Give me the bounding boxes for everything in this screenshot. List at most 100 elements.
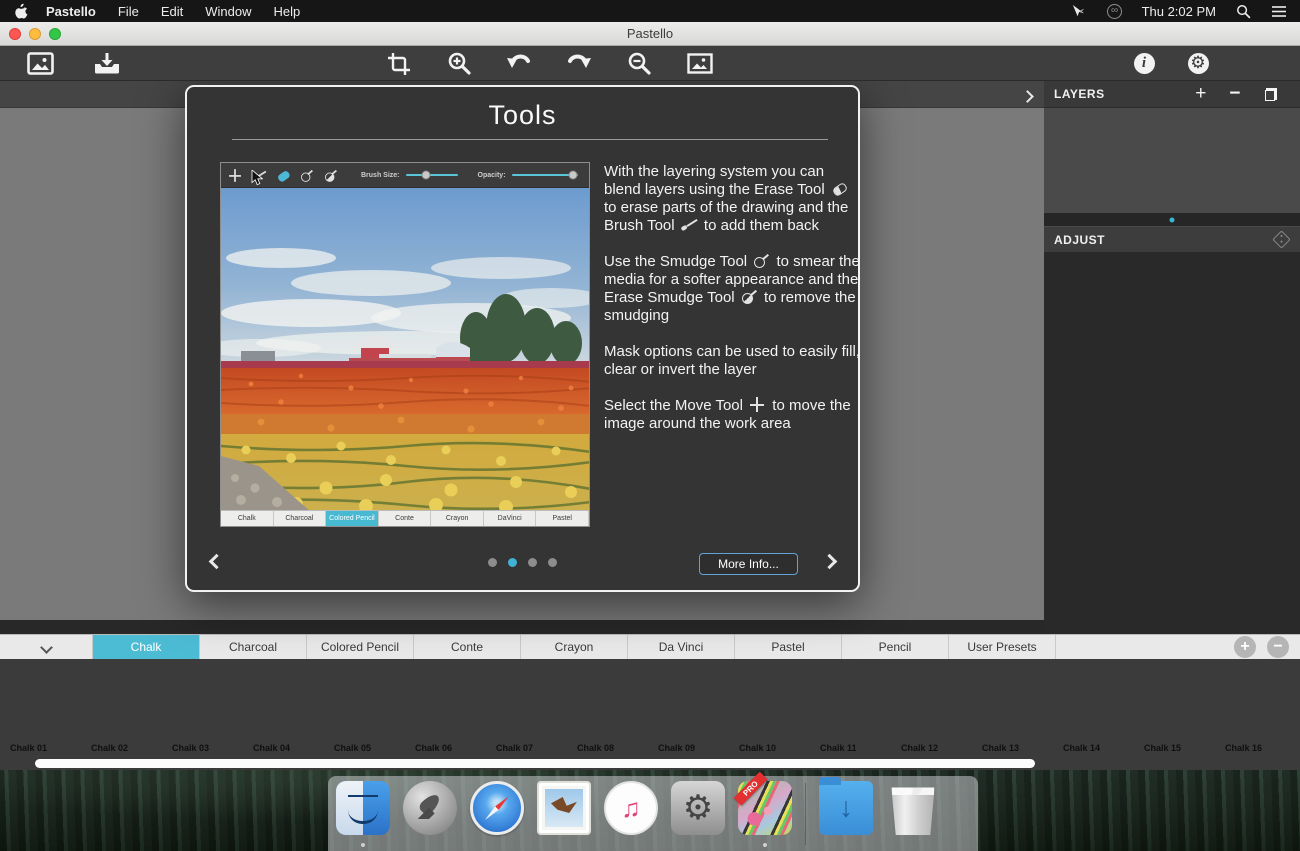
thumbnail-label: Chalk 15 (1144, 743, 1181, 753)
smudge-tool-icon (300, 169, 314, 182)
chalk-14-thumbnail[interactable]: Chalk 14 (1063, 664, 1129, 756)
pastello-dock-icon[interactable]: PRO (738, 781, 792, 835)
dock: PRO (328, 776, 978, 851)
conte-screenshot-tab: Conte (379, 511, 432, 526)
davinci-screenshot-tab: DaVinci (484, 511, 537, 526)
instruction-paragraph: Select the Move Tool to move the image a… (604, 397, 862, 433)
settings-button[interactable]: ⚙ (1181, 50, 1215, 77)
page-dot[interactable] (528, 558, 537, 567)
page-dot[interactable] (548, 558, 557, 567)
add-preset-button[interactable]: + (1234, 636, 1256, 658)
pointer-utility-icon[interactable] (1070, 2, 1088, 20)
info-button[interactable]: i (1127, 50, 1161, 77)
redo-button[interactable] (562, 50, 596, 77)
thumbnail-label: Chalk 04 (253, 743, 290, 753)
collapse-presets-chevron[interactable] (0, 635, 93, 659)
chalk-16-thumbnail[interactable]: Chalk 16 (1225, 664, 1291, 756)
menu-app-name[interactable]: Pastello (46, 4, 96, 19)
pastel-screenshot-tab: Pastel (536, 511, 589, 526)
charcoal-screenshot-tab: Charcoal (274, 511, 327, 526)
charcoal-preset-tab[interactable]: Charcoal (200, 635, 307, 659)
crayon-preset-tab[interactable]: Crayon (521, 635, 628, 659)
window-title-bar: Pastello (0, 22, 1300, 46)
remove-layer-button[interactable]: − (1222, 84, 1248, 104)
menu-item[interactable]: File (118, 4, 139, 19)
menu-item[interactable]: Window (205, 4, 251, 19)
image-size-button[interactable] (683, 50, 717, 77)
thumbnail-label: Chalk 11 (820, 743, 857, 753)
add-layer-button[interactable]: + (1188, 84, 1214, 104)
chalk-05-thumbnail[interactable]: Chalk 05 (334, 664, 400, 756)
chalk-09-thumbnail[interactable]: Chalk 09 (658, 664, 724, 756)
chalk-10-thumbnail[interactable]: Chalk 10 (739, 664, 805, 756)
layers-title: LAYERS (1054, 87, 1105, 101)
menu-item[interactable]: Edit (161, 4, 183, 19)
adjust-randomize-icon[interactable] (1272, 230, 1290, 248)
layers-list[interactable] (1044, 108, 1300, 213)
thumbnail-scrollbar[interactable] (35, 759, 1035, 768)
page-dot[interactable] (488, 558, 497, 567)
chalk-preset-tab[interactable]: Chalk (93, 635, 200, 659)
next-page-chevron[interactable] (814, 548, 844, 574)
zoom-in-button[interactable] (442, 50, 476, 77)
colored-pencil-preset-tab[interactable]: Colored Pencil (307, 635, 414, 659)
thumbnail-label: Chalk 03 (172, 743, 209, 753)
menu-clock[interactable]: Thu 2:02 PM (1142, 4, 1216, 19)
zoom-out-button[interactable] (622, 50, 656, 77)
trash-dock-icon[interactable] (886, 781, 940, 835)
chalk-13-thumbnail[interactable]: Chalk 13 (982, 664, 1048, 756)
menu-item[interactable]: Help (273, 4, 300, 19)
divider-handle-dot (1170, 217, 1175, 222)
downloads-dock-icon[interactable] (819, 781, 873, 835)
undo-button[interactable] (502, 50, 536, 77)
chalk-08-thumbnail[interactable]: Chalk 08 (577, 664, 643, 756)
import-export-button[interactable] (90, 50, 124, 77)
prefs-dock-icon[interactable] (671, 781, 725, 835)
chalk-02-thumbnail[interactable]: Chalk 02 (91, 664, 157, 756)
modal-title: Tools (187, 100, 858, 131)
creative-cloud-icon[interactable]: ∞ (1106, 2, 1124, 20)
thumbnail-label: Chalk 09 (658, 743, 695, 753)
copy-icon (1265, 88, 1277, 101)
notification-center-icon[interactable] (1270, 2, 1288, 20)
instruction-paragraph: With the layering system you can blend l… (604, 163, 862, 235)
chalk-01-thumbnail[interactable]: Chalk 01 (10, 664, 76, 756)
remove-preset-button[interactable]: − (1267, 636, 1289, 658)
more-info-button[interactable]: More Info... (699, 553, 798, 575)
thumbnail-label: Chalk 14 (1063, 743, 1100, 753)
panel-divider[interactable] (1044, 213, 1300, 226)
safari-dock-icon[interactable] (470, 781, 524, 835)
chalk-15-thumbnail[interactable]: Chalk 15 (1144, 664, 1210, 756)
thumbnail-label: Chalk 10 (739, 743, 776, 753)
opacity-knob (568, 171, 577, 180)
launchpad-dock-icon[interactable] (403, 781, 457, 835)
finder-dock-icon[interactable] (336, 781, 390, 835)
chalk-06-thumbnail[interactable]: Chalk 06 (415, 664, 481, 756)
spotlight-search-icon[interactable] (1234, 2, 1252, 20)
conte-preset-tab[interactable]: Conte (414, 635, 521, 659)
page-dot[interactable] (508, 558, 517, 567)
mail-dock-icon[interactable] (537, 781, 591, 835)
chalk-12-thumbnail[interactable]: Chalk 12 (901, 664, 967, 756)
open-image-button[interactable] (23, 50, 57, 77)
duplicate-layer-button[interactable] (1258, 84, 1284, 104)
thumbnail-label: Chalk 06 (415, 743, 452, 753)
thumbnail-label: Chalk 08 (577, 743, 614, 753)
user-presets-preset-tab[interactable]: User Presets (949, 635, 1056, 659)
brush-size-knob (422, 171, 431, 180)
apple-menu[interactable] (14, 3, 28, 19)
erase-tool-icon (276, 169, 290, 182)
itunes-dock-icon[interactable] (604, 781, 658, 835)
instruction-paragraph: Use the Smudge Tool to smear the media f… (604, 253, 862, 325)
chalk-07-thumbnail[interactable]: Chalk 07 (496, 664, 562, 756)
pencil-preset-tab[interactable]: Pencil (842, 635, 949, 659)
chalk-11-thumbnail[interactable]: Chalk 11 (820, 664, 886, 756)
pastel-preset-tab[interactable]: Pastel (735, 635, 842, 659)
cursor-arrow (251, 170, 263, 186)
colored-pencil-screenshot-tab: Colored Pencil (326, 511, 379, 526)
chalk-03-thumbnail[interactable]: Chalk 03 (172, 664, 238, 756)
da-vinci-preset-tab[interactable]: Da Vinci (628, 635, 735, 659)
panel-collapse-chevron[interactable] (1023, 88, 1037, 102)
crop-tool-button[interactable] (382, 50, 416, 77)
chalk-04-thumbnail[interactable]: Chalk 04 (253, 664, 319, 756)
